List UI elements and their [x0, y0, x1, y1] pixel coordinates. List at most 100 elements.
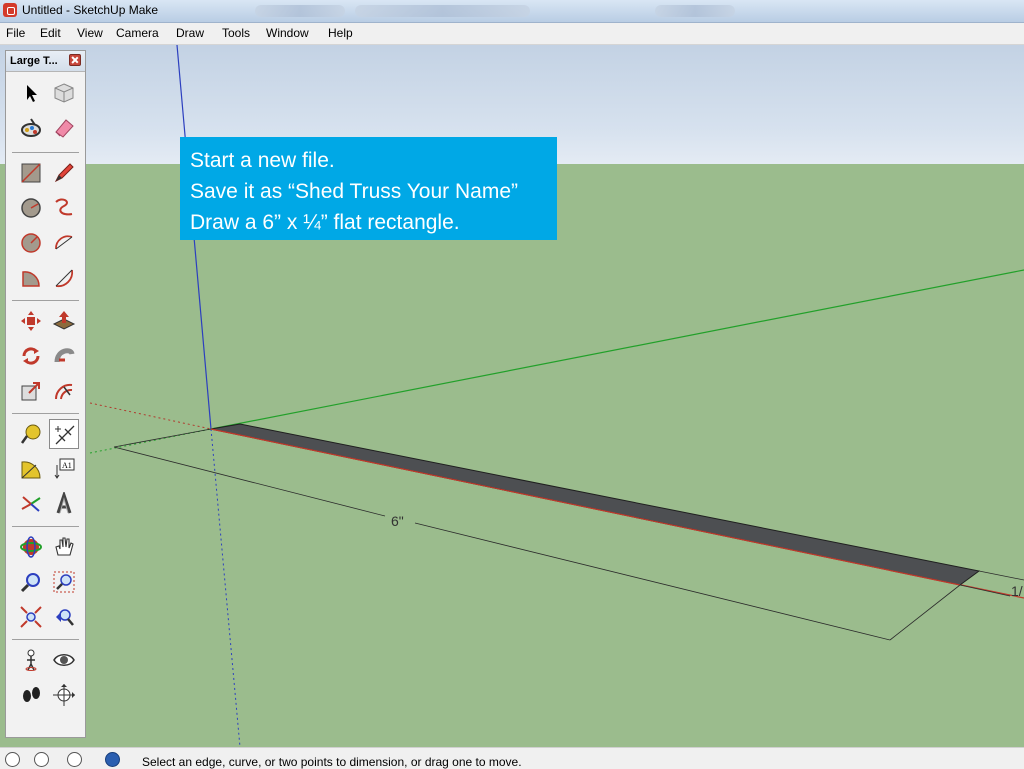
dimension-tool-button[interactable] — [49, 419, 79, 449]
rectangle-icon — [21, 163, 41, 183]
pencil-icon — [54, 163, 74, 183]
background-window-tab — [255, 5, 345, 17]
dimension-extension-line — [113, 428, 212, 448]
zoom-window-icon — [53, 571, 75, 593]
instruction-line: Start a new file. — [190, 149, 335, 172]
menu-view[interactable]: View — [77, 26, 103, 40]
menu-tools[interactable]: Tools — [222, 26, 250, 40]
dimension-extension-line — [889, 584, 961, 641]
background-window-tab — [655, 5, 735, 17]
component-tool-button[interactable] — [49, 78, 79, 108]
instruction-line: Save it as “Shed Truss Your Name” — [190, 180, 518, 203]
magnifier-icon — [20, 573, 40, 593]
rectangle-edge[interactable] — [210, 428, 961, 586]
circle-tool-button[interactable] — [16, 193, 46, 223]
follow-me-icon — [54, 348, 75, 363]
select-arrow-icon — [27, 85, 37, 102]
rotate-tool-button[interactable] — [16, 341, 46, 371]
eraser-icon — [55, 119, 74, 138]
flat-rectangle[interactable] — [210, 423, 981, 586]
eraser-tool-button[interactable] — [49, 113, 79, 143]
move-tool-button[interactable] — [16, 306, 46, 336]
status-bar: Select an edge, curve, or two points to … — [0, 747, 1024, 769]
two-point-arc-icon — [55, 269, 74, 288]
pie-tool-button[interactable] — [16, 263, 46, 293]
instruction-line: Draw a 6” x ¼” flat rectangle. — [190, 211, 460, 234]
axes-tool-button[interactable] — [16, 489, 46, 519]
red-axis-negative — [89, 402, 212, 430]
offset-tool-button[interactable] — [49, 376, 79, 406]
tape-measure-tool-button[interactable] — [16, 419, 46, 449]
paint-bucket-icon — [21, 118, 41, 137]
toolbar-separator — [12, 152, 79, 153]
text-tool-button[interactable]: A1 — [49, 454, 79, 484]
section-plane-icon — [53, 684, 75, 706]
protractor-icon — [21, 461, 41, 479]
push-pull-icon — [52, 311, 76, 330]
orbit-tool-button[interactable] — [16, 532, 46, 562]
dimension-extension-line — [978, 570, 1024, 581]
menu-camera[interactable]: Camera — [116, 26, 159, 40]
push-pull-tool-button[interactable] — [49, 306, 79, 336]
geolocation-icon[interactable] — [5, 752, 20, 767]
previous-view-icon — [56, 609, 74, 626]
credits-icon[interactable] — [34, 752, 49, 767]
line-tool-button[interactable] — [49, 158, 79, 188]
menu-window[interactable]: Window — [266, 26, 309, 40]
dimension-icon — [55, 425, 75, 445]
sketchup-logo-icon — [3, 3, 17, 17]
offset-icon — [54, 383, 73, 400]
select-tool-button[interactable] — [16, 78, 46, 108]
two-point-arc-tool-button[interactable] — [49, 263, 79, 293]
pie-icon — [22, 271, 40, 287]
toolbar-header[interactable]: Large T... — [6, 51, 85, 72]
large-tool-set-toolbar: Large T... A1 — [5, 50, 86, 738]
menu-help[interactable]: Help — [328, 26, 353, 40]
toolbar-separator — [12, 526, 79, 527]
zoom-tool-button[interactable] — [16, 567, 46, 597]
protractor-tool-button[interactable] — [16, 454, 46, 484]
pan-hand-icon — [55, 537, 74, 556]
freehand-icon — [55, 198, 73, 216]
toolbar-separator — [12, 413, 79, 414]
pan-tool-button[interactable] — [49, 532, 79, 562]
dimension-label[interactable]: 6" — [391, 513, 404, 529]
arc-tool-button[interactable] — [49, 228, 79, 258]
partial-dimension-label: 1/ — [1011, 583, 1023, 599]
background-window-tab — [355, 5, 530, 17]
3d-text-tool-button[interactable] — [49, 489, 79, 519]
previous-view-tool-button[interactable] — [49, 602, 79, 632]
blue-axis-negative — [210, 428, 241, 747]
follow-me-tool-button[interactable] — [49, 341, 79, 371]
status-message: Select an edge, curve, or two points to … — [142, 755, 522, 769]
walk-tool-button[interactable] — [16, 680, 46, 710]
position-camera-tool-button[interactable] — [16, 645, 46, 675]
rectangle-tool-button[interactable] — [16, 158, 46, 188]
eye-icon — [53, 654, 75, 666]
title-bar: Untitled - SketchUp Make — [0, 0, 1024, 23]
polygon-tool-button[interactable] — [16, 228, 46, 258]
polygon-icon — [21, 233, 41, 253]
scale-icon — [21, 382, 40, 401]
green-axis — [210, 269, 1024, 430]
zoom-window-tool-button[interactable] — [49, 567, 79, 597]
drawing-viewport[interactable]: 6" 1/ Start a new file. Save it as “Shed… — [0, 45, 1024, 747]
zoom-extents-tool-button[interactable] — [16, 602, 46, 632]
move-arrows-icon — [21, 311, 41, 331]
paint-bucket-tool-button[interactable] — [16, 113, 46, 143]
svg-text:A1: A1 — [62, 461, 72, 470]
menu-draw[interactable]: Draw — [176, 26, 204, 40]
close-icon[interactable] — [69, 54, 81, 66]
arc-icon — [55, 235, 73, 250]
menu-file[interactable]: File — [6, 26, 25, 40]
text-label-icon: A1 — [54, 458, 75, 479]
look-around-tool-button[interactable] — [49, 645, 79, 675]
freehand-tool-button[interactable] — [49, 193, 79, 223]
user-account-icon[interactable] — [67, 752, 82, 767]
position-camera-icon — [25, 649, 37, 671]
section-plane-tool-button[interactable] — [49, 680, 79, 710]
help-icon[interactable] — [105, 752, 120, 767]
axes-icon — [21, 496, 41, 512]
menu-edit[interactable]: Edit — [40, 26, 61, 40]
scale-tool-button[interactable] — [16, 376, 46, 406]
